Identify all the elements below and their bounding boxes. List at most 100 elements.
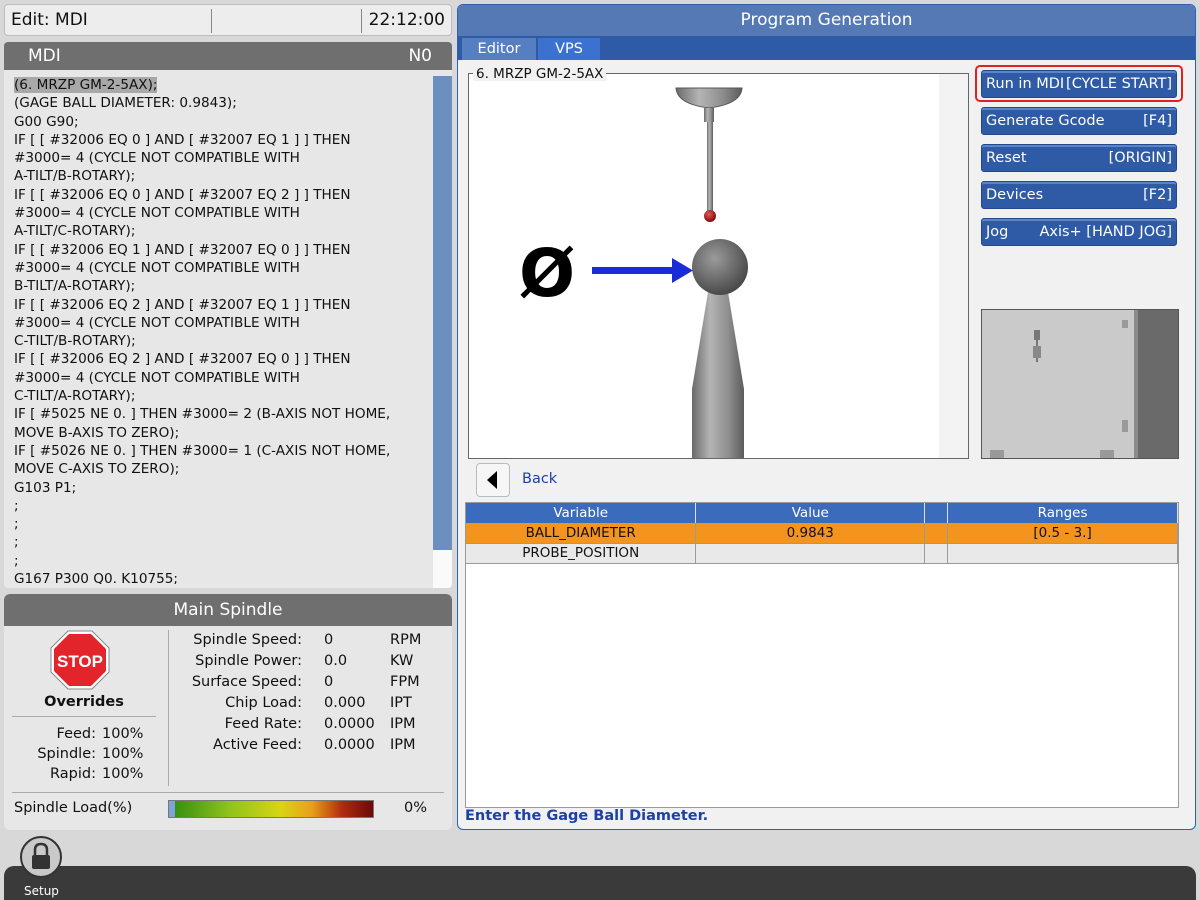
stat-feed-rate: Feed Rate: 0.0000 IPM <box>224 716 416 732</box>
variable-table: Variable Value Ranges BALL_DIAMETER 0.98… <box>465 502 1179 808</box>
devices-button[interactable]: Devices [F2] <box>981 181 1177 209</box>
code-line[interactable]: #3000= 4 (CYCLE NOT COMPATIBLE WITH <box>14 369 430 387</box>
code-line[interactable]: IF [ [ #32006 EQ 1 ] AND [ #32007 EQ 0 ]… <box>14 241 430 259</box>
code-line[interactable]: ; <box>14 515 430 533</box>
divider <box>168 630 169 786</box>
probe-illustration-frame: Ø 6. MRZP GM-2-5AX <box>468 67 969 459</box>
code-line[interactable]: IF [ #5025 NE 0. ] THEN #3000= 2 (B-AXIS… <box>14 405 430 423</box>
code-line[interactable]: IF [ #5026 NE 0. ] THEN #3000= 1 (C-AXIS… <box>14 442 430 460</box>
mdi-panel: MDI N0 (6. MRZP GM-2-5AX); (GAGE BALL DI… <box>4 42 452 588</box>
mdi-header: MDI N0 <box>4 42 452 70</box>
tab-vps[interactable]: VPS <box>538 38 600 60</box>
stop-icon[interactable]: STOP <box>50 630 110 690</box>
tab-editor[interactable]: Editor <box>462 38 536 60</box>
code-line[interactable]: C-TILT/A-ROTARY); <box>14 387 430 405</box>
code-line[interactable]: B-TILT/A-ROTARY); <box>14 277 430 295</box>
status-message: Enter the Gage Ball Diameter. <box>465 808 709 824</box>
code-line[interactable]: ; <box>14 497 430 515</box>
code-line[interactable]: IF [ [ #32006 EQ 0 ] AND [ #32007 EQ 1 ]… <box>14 131 430 149</box>
probe-icon <box>675 87 743 222</box>
arrow-icon <box>592 258 693 283</box>
back-label[interactable]: Back <box>522 471 557 487</box>
stat-spindle-speed: Spindle Speed: 0 RPM <box>193 632 422 648</box>
stat-spindle-power: Spindle Power: 0.0 KW <box>195 653 414 669</box>
table-row[interactable]: PROBE_POSITION <box>466 543 1178 564</box>
code-line[interactable]: IF [ [ #32006 EQ 2 ] AND [ #32007 EQ 0 ]… <box>14 350 430 368</box>
back-button[interactable] <box>476 463 510 497</box>
stat-active-feed: Active Feed: 0.0000 IPM <box>213 737 416 753</box>
stat-surface-speed: Surface Speed: 0 FPM <box>191 674 420 690</box>
code-line[interactable]: MOVE C-AXIS TO ZERO); <box>14 460 430 478</box>
spindle-load-label: Spindle Load(%) <box>14 800 133 816</box>
table-header: Variable Value Ranges <box>466 503 1178 523</box>
setup-button[interactable] <box>20 836 62 878</box>
program-generation-title: Program Generation <box>458 5 1195 36</box>
extra-cell <box>924 523 949 544</box>
spindle-load-value: 0% <box>404 800 428 816</box>
code-line[interactable]: #3000= 4 (CYCLE NOT COMPATIBLE WITH <box>14 314 430 332</box>
variable-cell: BALL_DIAMETER <box>466 523 697 544</box>
extra-cell <box>924 543 949 564</box>
code-line[interactable]: A-TILT/C-ROTARY); <box>14 222 430 240</box>
program-generation-panel: Program Generation Editor VPS Ø 6. MRZP … <box>457 4 1196 830</box>
code-line[interactable]: (GAGE BALL DIAMETER: 0.9843); <box>14 94 430 112</box>
code-line[interactable]: IF [ [ #32006 EQ 2 ] AND [ #32007 EQ 1 ]… <box>14 296 430 314</box>
code-line[interactable]: G103 P1; <box>14 479 430 497</box>
figure-margin <box>939 74 968 458</box>
run-in-mdi-button[interactable]: Run in MDI [CYCLE START] <box>981 70 1177 98</box>
overrides-title: Overrides <box>44 694 124 710</box>
code-line[interactable]: MOVE B-AXIS TO ZERO); <box>14 424 430 442</box>
lock-icon <box>32 842 50 869</box>
setup-label[interactable]: Setup <box>24 884 59 898</box>
spindle-panel: Main Spindle STOP Overrides Feed: 100% Sp… <box>4 594 452 830</box>
tab-bar: Editor VPS <box>458 36 1195 60</box>
diameter-symbol: Ø <box>519 235 575 312</box>
status-bar: Edit: MDI 22:12:00 <box>4 4 452 36</box>
jog-button[interactable]: Jog Axis+ [HAND JOG] <box>981 218 1177 246</box>
column-header-ranges: Ranges <box>947 503 1178 523</box>
machine-preview-image <box>982 310 1178 458</box>
code-line[interactable]: #3000= 4 (CYCLE NOT COMPATIBLE WITH <box>14 204 430 222</box>
status-divider <box>211 9 212 33</box>
table-row[interactable]: BALL_DIAMETER 0.9843 [0.5 - 3.] <box>466 523 1178 544</box>
code-editor[interactable]: (6. MRZP GM-2-5AX); (GAGE BALL DIAMETER:… <box>14 76 430 584</box>
probe-illustration: Ø <box>519 74 968 458</box>
column-header-blank <box>924 503 949 523</box>
range-cell <box>947 543 1178 564</box>
reset-button[interactable]: Reset [ORIGIN] <box>981 144 1177 172</box>
mdi-title: MDI <box>28 46 61 66</box>
code-line[interactable]: IF [ [ #32006 EQ 0 ] AND [ #32007 EQ 2 ]… <box>14 186 430 204</box>
value-cell[interactable] <box>695 543 926 564</box>
generate-gcode-button[interactable]: Generate Gcode [F4] <box>981 107 1177 135</box>
machine-preview <box>981 309 1179 459</box>
line-number: N0 <box>408 46 432 66</box>
code-line[interactable]: #3000= 4 (CYCLE NOT COMPATIBLE WITH <box>14 259 430 277</box>
column-header-value: Value <box>695 503 926 523</box>
code-line[interactable]: G167 P300 Q0. K10755; <box>14 570 430 584</box>
code-line[interactable]: ; <box>14 552 430 570</box>
range-cell: [0.5 - 3.] <box>947 523 1178 544</box>
code-line[interactable]: #3000= 4 (CYCLE NOT COMPATIBLE WITH <box>14 149 430 167</box>
gage-ball-icon <box>692 239 748 458</box>
status-divider <box>361 9 362 33</box>
spindle-load-bar <box>168 800 374 818</box>
code-line[interactable]: G00 G90; <box>14 113 430 131</box>
code-line[interactable]: A-TILT/B-ROTARY); <box>14 167 430 185</box>
stat-chip-load: Chip Load: 0.000 IPT <box>225 695 412 711</box>
divider <box>12 716 156 717</box>
code-line[interactable]: (6. MRZP GM-2-5AX); <box>14 76 430 94</box>
clock: 22:12:00 <box>368 10 445 30</box>
column-header-variable: Variable <box>466 503 697 523</box>
code-scrollbar[interactable] <box>433 76 452 588</box>
scrollbar-thumb[interactable] <box>433 76 452 550</box>
value-cell[interactable]: 0.9843 <box>695 523 926 544</box>
code-line[interactable]: C-TILT/B-ROTARY); <box>14 332 430 350</box>
code-line[interactable]: ; <box>14 533 430 551</box>
spindle-title: Main Spindle <box>4 594 452 626</box>
spindle-load-marker <box>169 801 175 817</box>
bottom-bar <box>4 866 1196 900</box>
divider <box>12 792 444 793</box>
figure-title: 6. MRZP GM-2-5AX <box>473 67 607 81</box>
edit-mode-label: Edit: MDI <box>11 10 88 30</box>
stop-label: STOP <box>57 652 103 671</box>
